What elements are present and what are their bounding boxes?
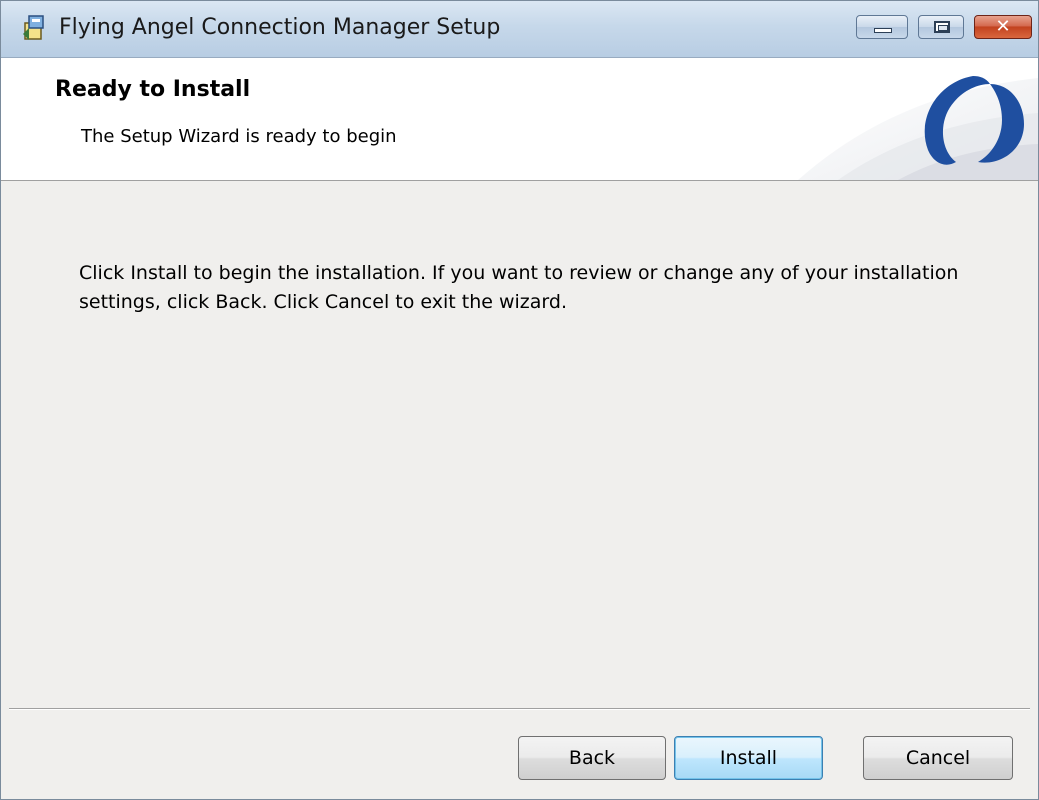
instructions-text: Click Install to begin the installation.… <box>79 262 959 313</box>
minimize-icon <box>874 28 892 33</box>
window-title: Flying Angel Connection Manager Setup <box>59 15 501 40</box>
setup-window: Flying Angel Connection Manager Setup ✕ … <box>0 0 1039 800</box>
footer-divider-highlight <box>9 709 1030 710</box>
maximize-icon <box>934 21 950 33</box>
cancel-button[interactable]: Cancel <box>863 736 1013 780</box>
install-button[interactable]: Install <box>674 736 823 780</box>
title-bar[interactable]: Flying Angel Connection Manager Setup ✕ <box>1 1 1038 58</box>
back-button[interactable]: Back <box>518 736 666 780</box>
minimize-button[interactable] <box>856 15 908 39</box>
page-subtitle: The Setup Wizard is ready to begin <box>81 126 397 147</box>
crescent-logo-icon <box>798 76 1038 180</box>
header-banner: Ready to Install The Setup Wizard is rea… <box>1 58 1038 181</box>
page-title: Ready to Install <box>55 77 251 102</box>
maximize-button[interactable] <box>918 15 964 39</box>
installer-package-icon <box>21 14 49 42</box>
close-icon: ✕ <box>995 16 1011 37</box>
close-button[interactable]: ✕ <box>974 15 1032 39</box>
